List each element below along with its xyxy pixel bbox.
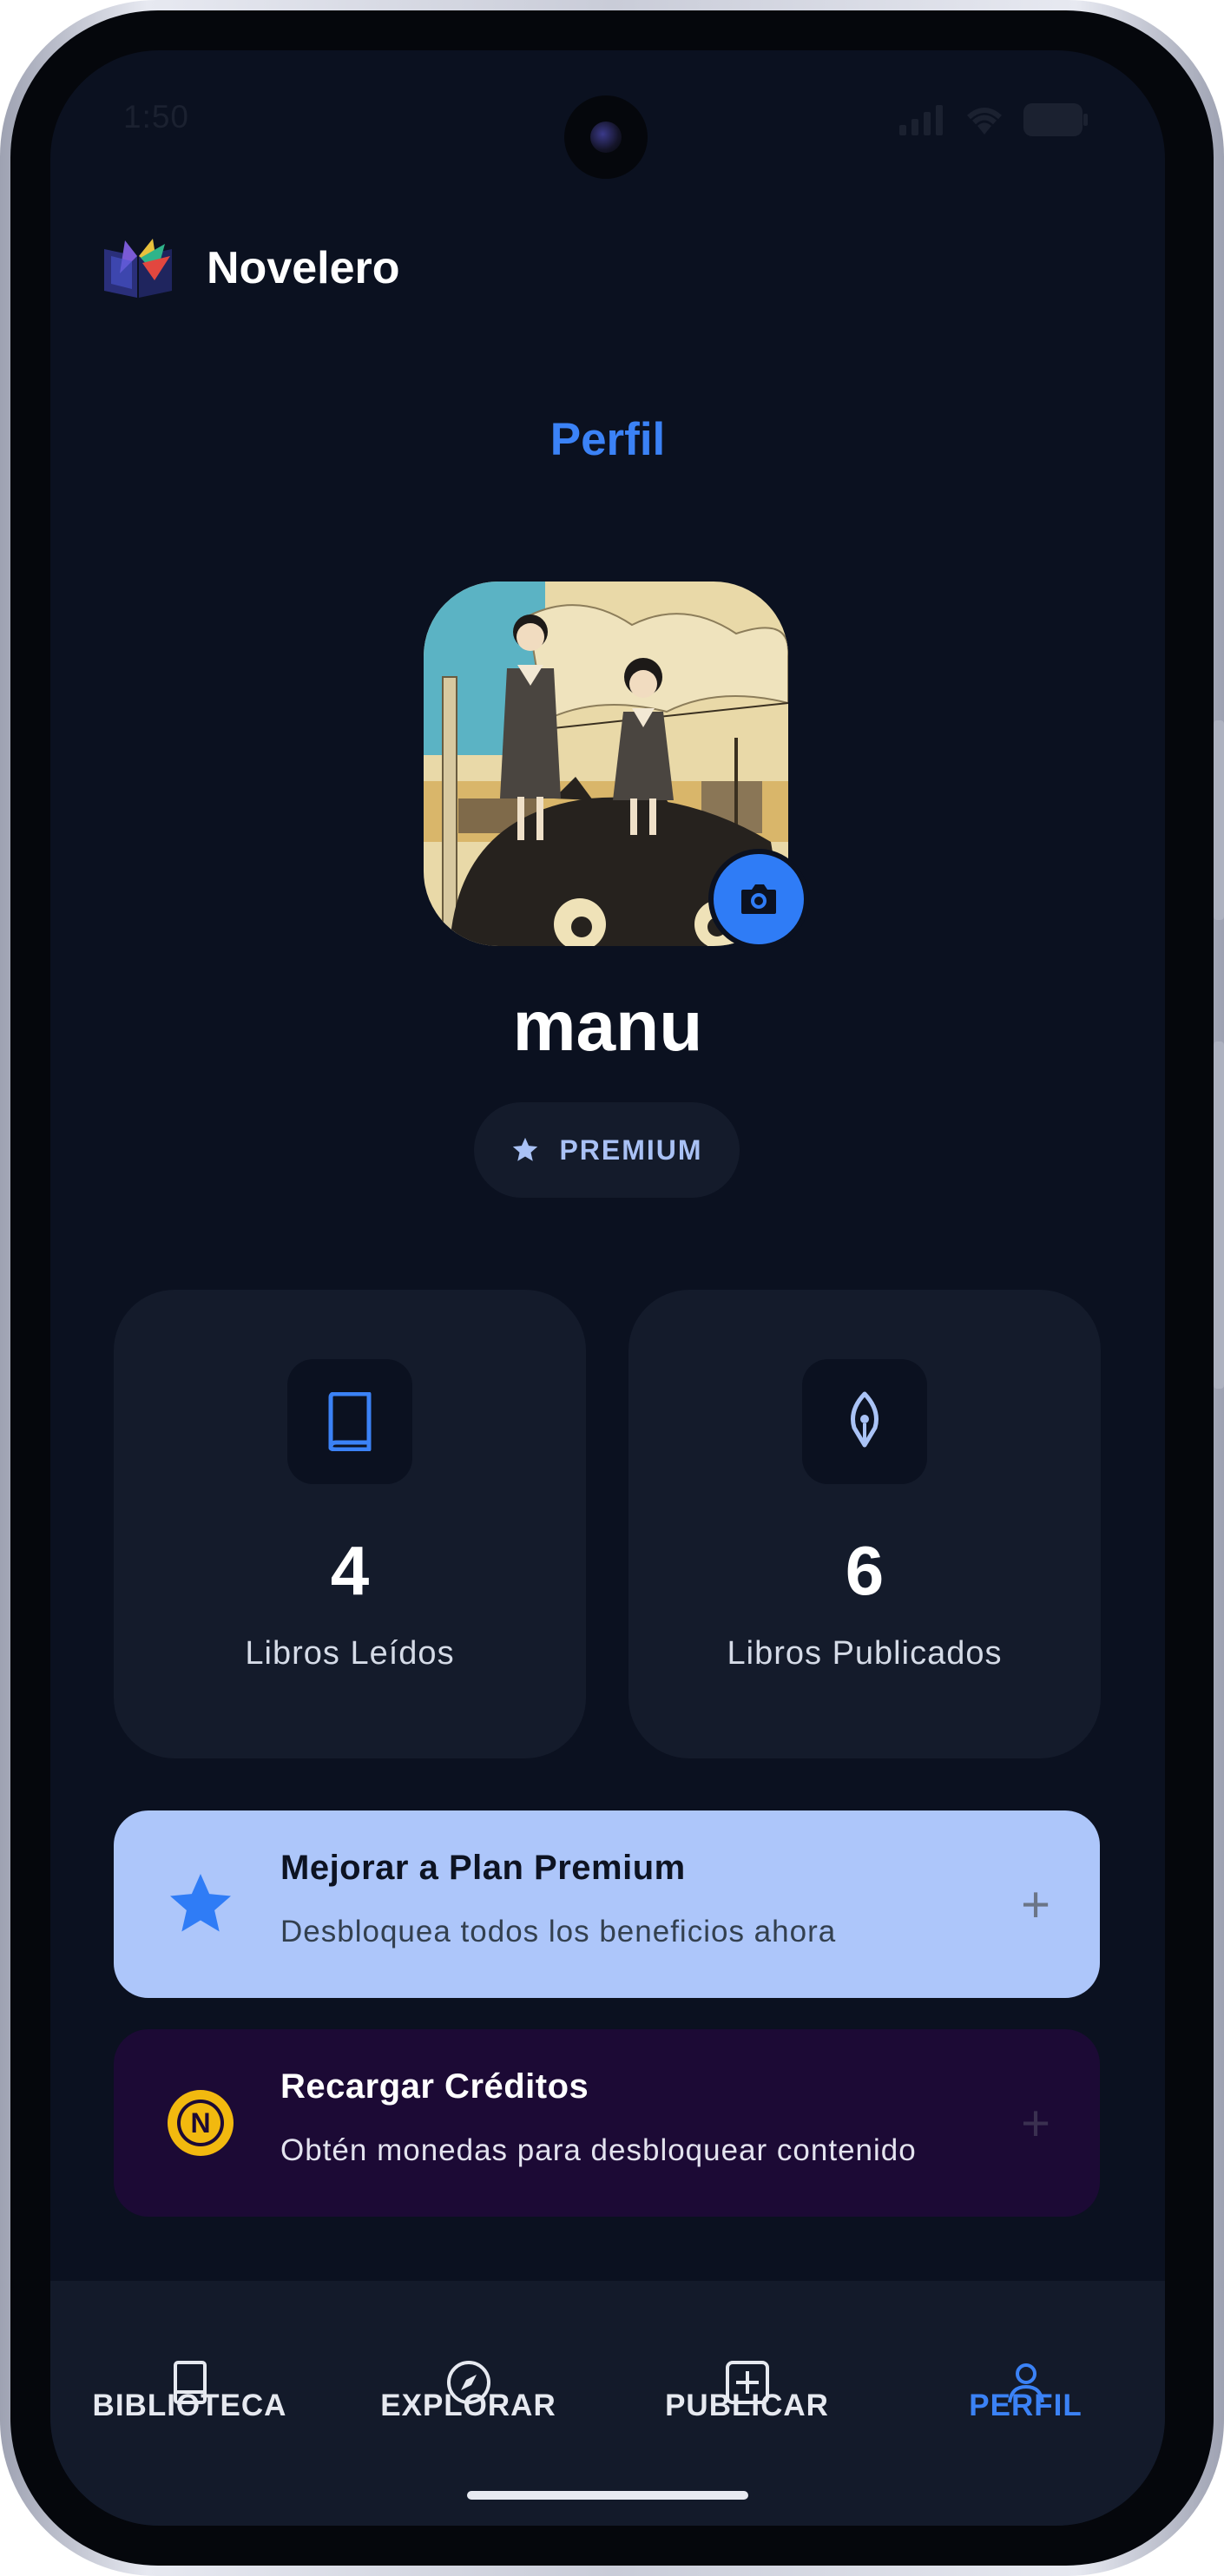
app-title: Novelero	[207, 243, 400, 293]
nav-label: PERFIL	[969, 2389, 1083, 2422]
upgrade-premium-button[interactable]: Mejorar a Plan Premium Desbloquea todos …	[114, 1810, 1100, 1998]
wifi-icon	[967, 108, 1002, 135]
nav-label: PUBLICAR	[665, 2389, 829, 2422]
action-subtitle: Desbloquea todos los beneficios ahora	[280, 1915, 837, 1948]
battery-icon	[1023, 103, 1088, 136]
home-indicator[interactable]	[467, 2491, 748, 2500]
action-subtitle: Obtén monedas para desbloquear contenido	[280, 2133, 917, 2167]
stat-card-read: 4 Libros Leídos	[114, 1290, 586, 1758]
action-title: Recargar Créditos	[280, 2067, 589, 2106]
stat-card-published: 6 Libros Publicados	[628, 1290, 1101, 1758]
plus-icon: +	[1021, 1876, 1050, 1933]
power-button	[1214, 1042, 1224, 1389]
screen: 1:50 Novelero Perfil manu PREMIUM 4 Libr…	[50, 50, 1165, 2526]
book-icon	[328, 1392, 372, 1451]
bottom-nav: BIBLIOTECA EXPLORAR PUBLICAR PERFIL	[50, 2281, 1165, 2526]
action-icon: N	[159, 2081, 242, 2165]
action-title: Mejorar a Plan Premium	[280, 1849, 686, 1887]
nav-label: EXPLORAR	[380, 2389, 556, 2422]
nav-item-explorar[interactable]: EXPLORAR	[329, 2281, 608, 2428]
change-photo-button[interactable]	[708, 849, 809, 950]
stat-value: 4	[330, 1532, 370, 1609]
stat-label: Libros Publicados	[727, 1635, 1003, 1672]
badge-label: PREMIUM	[559, 1134, 703, 1166]
coin-icon: N	[168, 2090, 234, 2156]
plus-icon: +	[1021, 2094, 1050, 2152]
star-icon	[513, 1137, 538, 1161]
nav-item-biblioteca[interactable]: BIBLIOTECA	[50, 2281, 329, 2428]
volume-button	[1214, 720, 1224, 920]
stat-value: 6	[845, 1532, 885, 1609]
username: manu	[512, 987, 703, 1066]
nav-item-publicar[interactable]: PUBLICAR	[608, 2281, 886, 2428]
status-time: 1:50	[123, 99, 190, 135]
page-title: Perfil	[549, 414, 666, 465]
front-camera	[564, 95, 648, 179]
camera-icon	[741, 884, 776, 914]
stat-icon-box	[287, 1359, 412, 1484]
action-icon	[159, 1863, 242, 1946]
stat-icon-box	[802, 1359, 927, 1484]
book-stack-logo	[104, 239, 172, 298]
svg-text:N: N	[190, 2107, 210, 2139]
stat-label: Libros Leídos	[245, 1635, 455, 1672]
pen-nib-icon	[851, 1391, 879, 1448]
app-header: Novelero	[102, 237, 400, 299]
status-badge: PREMIUM	[474, 1102, 740, 1198]
star-icon	[170, 1874, 231, 1932]
status-icons	[898, 102, 1089, 137]
signal-icon	[899, 105, 943, 135]
nav-item-perfil[interactable]: PERFIL	[886, 2281, 1165, 2428]
recharge-credits-button[interactable]: N Recargar Créditos Obtén monedas para d…	[114, 2029, 1100, 2217]
nav-label: BIBLIOTECA	[92, 2389, 287, 2422]
